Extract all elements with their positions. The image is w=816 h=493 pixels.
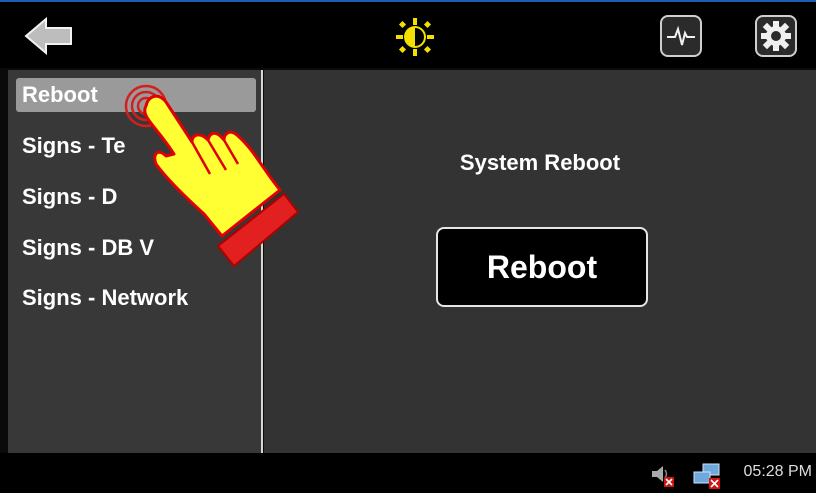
page-title: System Reboot bbox=[459, 150, 621, 175]
reboot-button[interactable]: Reboot bbox=[436, 227, 648, 307]
top-toolbar bbox=[0, 0, 816, 68]
settings-button[interactable] bbox=[755, 15, 797, 57]
back-button[interactable] bbox=[24, 16, 74, 56]
sidebar-item-label: Signs - DB V bbox=[22, 235, 155, 260]
heartbeat-monitor-icon bbox=[667, 25, 695, 46]
network-disconnected-icon[interactable] bbox=[692, 463, 722, 489]
monitor-button[interactable] bbox=[660, 15, 702, 57]
sidebar-item-signs-test[interactable]: Signs - Te bbox=[16, 129, 256, 163]
back-arrow-icon bbox=[24, 16, 72, 56]
brightness-button[interactable] bbox=[394, 16, 436, 58]
sidebar-item-label: Signs - D bbox=[22, 184, 118, 209]
sidebar-item-signs-db-v[interactable]: Signs - DB V bbox=[16, 231, 256, 265]
sidebar-item-signs-db[interactable]: Signs - D bbox=[16, 180, 256, 214]
brightness-icon bbox=[396, 18, 434, 56]
main-panel: System Reboot Reboot bbox=[264, 70, 816, 453]
sidebar-item-label: Signs - Network bbox=[22, 285, 189, 310]
sidebar-item-reboot[interactable]: Reboot bbox=[16, 78, 256, 112]
sidebar-menu: Reboot Signs - Te Signs - D Signs - DB V… bbox=[8, 70, 263, 453]
clock-time[interactable]: 05:28 PM bbox=[744, 463, 812, 481]
status-bar: 05:28 PM bbox=[0, 453, 816, 493]
gear-icon bbox=[761, 21, 791, 51]
sidebar-item-label: Signs - Te bbox=[22, 133, 126, 158]
sidebar-item-signs-network[interactable]: Signs - Network bbox=[16, 281, 256, 315]
sidebar-item-label: Reboot bbox=[22, 82, 98, 107]
volume-muted-icon[interactable] bbox=[650, 463, 676, 487]
